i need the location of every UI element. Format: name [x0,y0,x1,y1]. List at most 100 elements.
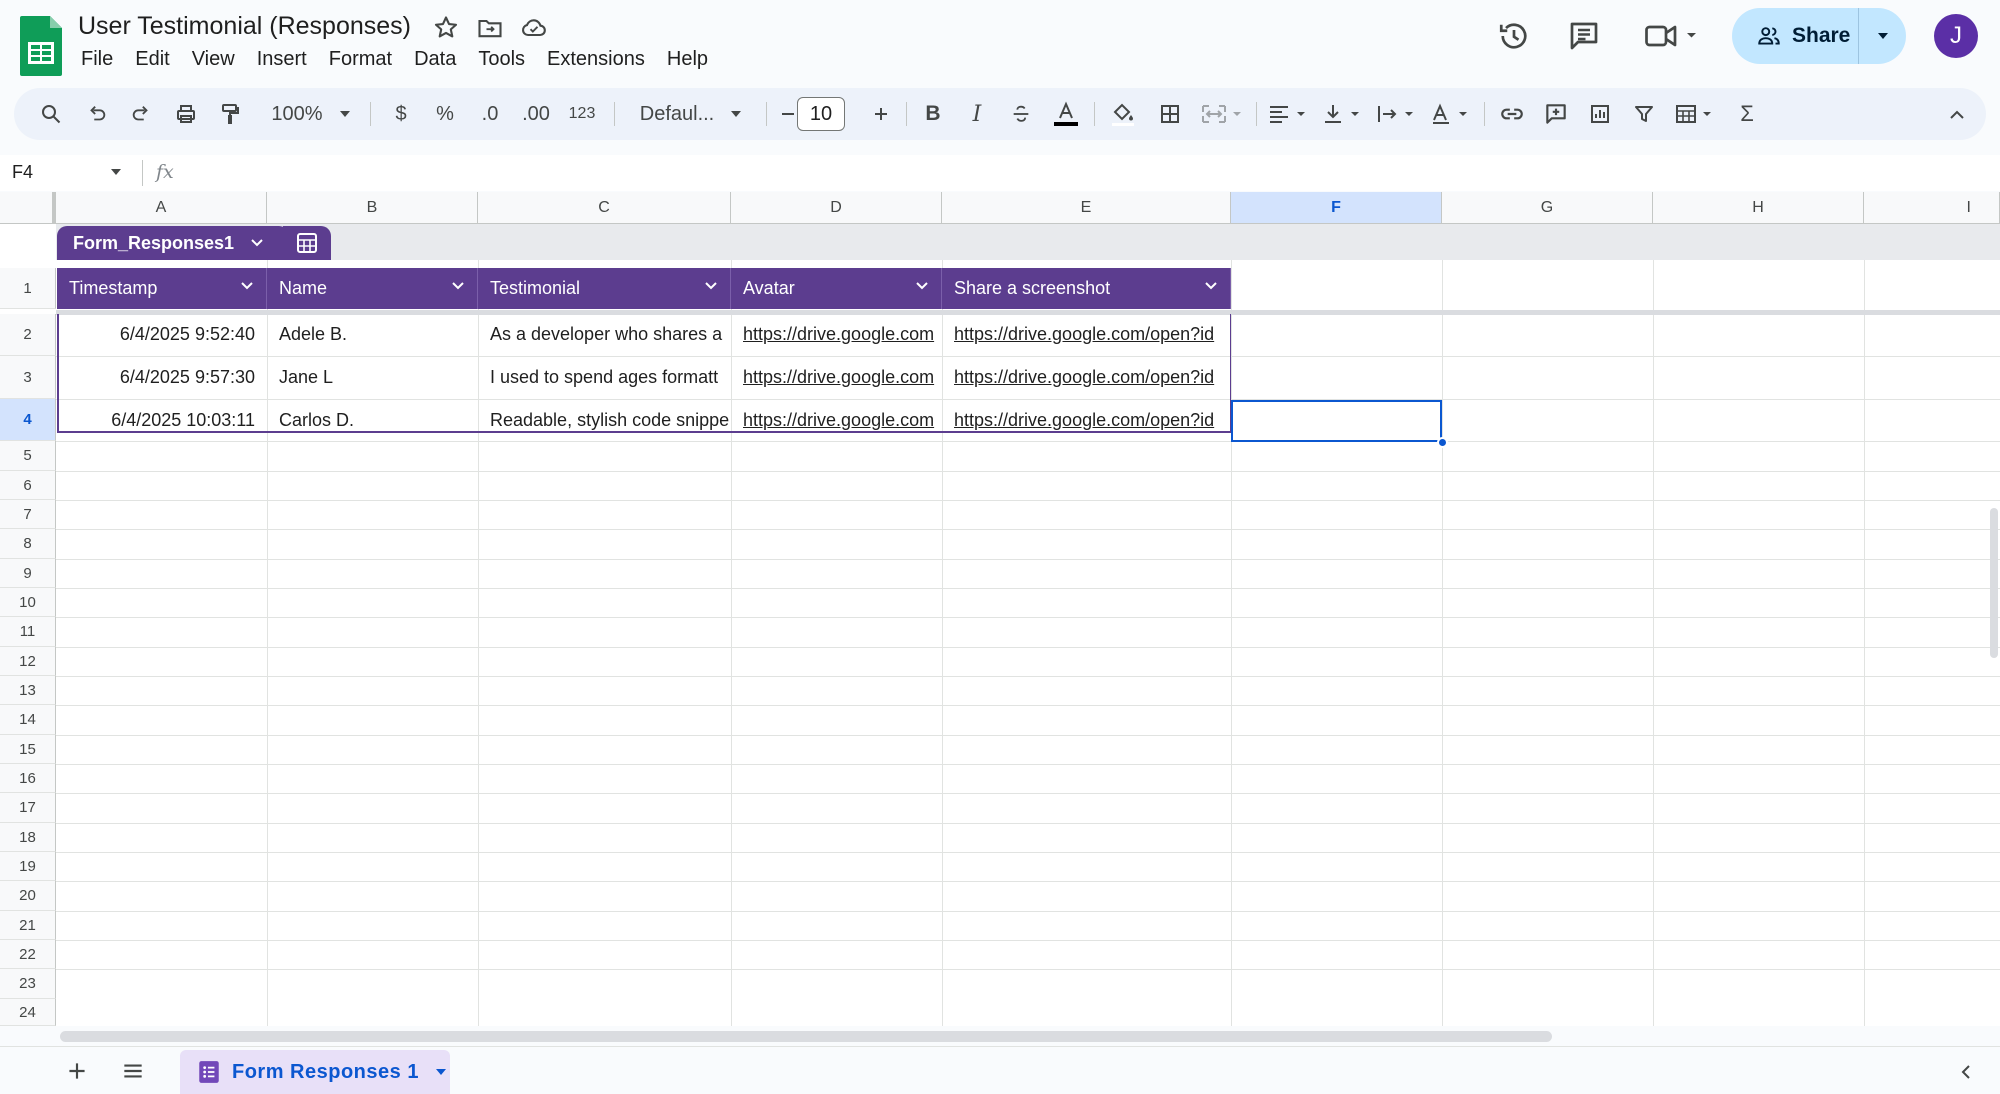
column-header-c[interactable]: C [478,192,731,224]
menu-extensions[interactable]: Extensions [536,44,656,74]
name-box[interactable]: F4 [12,162,33,183]
text-wrapping-icon[interactable] [1372,88,1422,140]
insert-link-icon[interactable] [1494,88,1530,140]
decrease-decimal-button[interactable]: .0 [470,88,510,140]
column-header-e[interactable]: E [942,192,1231,224]
paint-format-icon[interactable] [212,88,248,140]
name-box-caret-icon[interactable] [110,168,122,176]
table-header-testimonial[interactable]: Testimonial [478,268,731,309]
column-header-f[interactable]: F [1231,192,1442,224]
row-header-3[interactable]: 3 [0,356,56,399]
column-header-a[interactable]: A [56,192,267,224]
row-header-21[interactable]: 21 [0,911,56,940]
text-rotation-icon[interactable] [1426,88,1476,140]
share-options-button[interactable] [1859,8,1906,64]
fill-handle[interactable] [1437,437,1448,448]
chevron-down-icon[interactable] [240,281,254,291]
search-menus-icon[interactable] [32,88,70,140]
insert-chart-icon[interactable] [1582,88,1618,140]
table-header-timestamp[interactable]: Timestamp [57,268,267,309]
row-header-17[interactable]: 17 [0,793,56,823]
menu-edit[interactable]: Edit [124,44,180,74]
row-header-7[interactable]: 7 [0,500,56,529]
insert-comment-icon[interactable] [1538,88,1574,140]
row-header-8[interactable]: 8 [0,529,56,559]
row-header-18[interactable]: 18 [0,823,56,852]
vertical-scrollbar[interactable] [1990,508,1998,658]
select-all-corner[interactable] [0,192,56,224]
row-header-9[interactable]: 9 [0,559,56,588]
table-header-name[interactable]: Name [267,268,478,309]
row-header-15[interactable]: 15 [0,735,56,764]
row-header-22[interactable]: 22 [0,940,56,969]
share-button[interactable]: Share [1732,8,1906,64]
menu-insert[interactable]: Insert [246,44,318,74]
caret-down-icon[interactable] [435,1068,447,1076]
menu-format[interactable]: Format [318,44,403,74]
column-header-g[interactable]: G [1442,192,1653,224]
row-header-23[interactable]: 23 [0,969,56,999]
cloud-saved-icon[interactable] [520,14,548,42]
print-icon[interactable] [168,88,204,140]
strikethrough-icon[interactable] [1004,88,1038,140]
row-header-10[interactable]: 10 [0,588,56,617]
menu-data[interactable]: Data [403,44,467,74]
currency-format-button[interactable]: $ [384,88,418,140]
font-family-select[interactable]: Defaul... [626,88,756,140]
menu-file[interactable]: File [70,44,124,74]
column-header-i[interactable]: I [1864,192,2000,224]
chevron-down-icon[interactable] [451,281,465,291]
row-header-6[interactable]: 6 [0,471,56,500]
version-history-icon[interactable] [1496,18,1532,54]
comments-icon[interactable] [1566,18,1602,54]
star-icon[interactable] [432,14,460,42]
row-header-1[interactable]: 1 [0,268,56,309]
row-header-12[interactable]: 12 [0,647,56,676]
italic-icon[interactable]: I [960,88,994,140]
column-header-h[interactable]: H [1653,192,1864,224]
selected-cell-f4[interactable] [1231,400,1442,442]
spreadsheet-grid[interactable]: A B C D E F G H I Form_Responses1 Timest… [0,192,2000,1026]
borders-icon[interactable] [1152,88,1188,140]
row-header-13[interactable]: 13 [0,676,56,705]
row-header-14[interactable]: 14 [0,705,56,735]
font-size-input[interactable]: 10 [797,97,845,131]
user-avatar[interactable]: J [1934,14,1978,58]
menu-view[interactable]: View [181,44,246,74]
increase-decimal-button[interactable]: .00 [514,88,558,140]
horizontal-scrollbar[interactable] [60,1031,1552,1042]
horizontal-align-icon[interactable] [1264,88,1314,140]
document-title[interactable]: User Testimonial (Responses) [78,10,411,42]
row-header-19[interactable]: 19 [0,852,56,881]
text-color-icon[interactable] [1048,88,1084,140]
percent-format-button[interactable]: % [428,88,462,140]
chevron-down-icon[interactable] [704,281,718,291]
row-header-20[interactable]: 20 [0,881,56,911]
redo-icon[interactable] [124,88,158,140]
merge-cells-icon[interactable] [1196,88,1246,140]
row-header-4[interactable]: 4 [0,399,56,441]
all-sheets-icon[interactable] [120,1058,146,1084]
table-header-avatar[interactable]: Avatar [731,268,942,309]
bold-icon[interactable]: B [916,88,950,140]
table-settings-icon[interactable] [283,226,331,260]
number-format-button[interactable]: 123 [560,88,604,140]
sheet-tab-form-responses-1[interactable]: Form Responses 1 [180,1050,450,1094]
sheets-logo-icon[interactable] [18,14,64,78]
undo-icon[interactable] [80,88,114,140]
add-sheet-icon[interactable] [64,1058,90,1084]
functions-sigma-icon[interactable]: Σ [1730,88,1764,140]
row-header-24[interactable]: 24 [0,999,56,1026]
column-header-b[interactable]: B [267,192,478,224]
column-header-d[interactable]: D [731,192,942,224]
chevron-down-icon[interactable] [1204,281,1218,291]
table-name-tab[interactable]: Form_Responses1 [57,226,289,260]
zoom-select[interactable]: 100% [266,88,356,140]
move-folder-icon[interactable] [476,14,504,42]
increase-font-size-icon[interactable] [866,88,896,140]
row-header-2[interactable]: 2 [0,314,56,356]
menu-help[interactable]: Help [656,44,719,74]
collapse-side-panel-icon[interactable] [1958,1062,1974,1082]
collapse-toolbar-icon[interactable] [1940,88,1974,140]
row-header-11[interactable]: 11 [0,617,56,647]
